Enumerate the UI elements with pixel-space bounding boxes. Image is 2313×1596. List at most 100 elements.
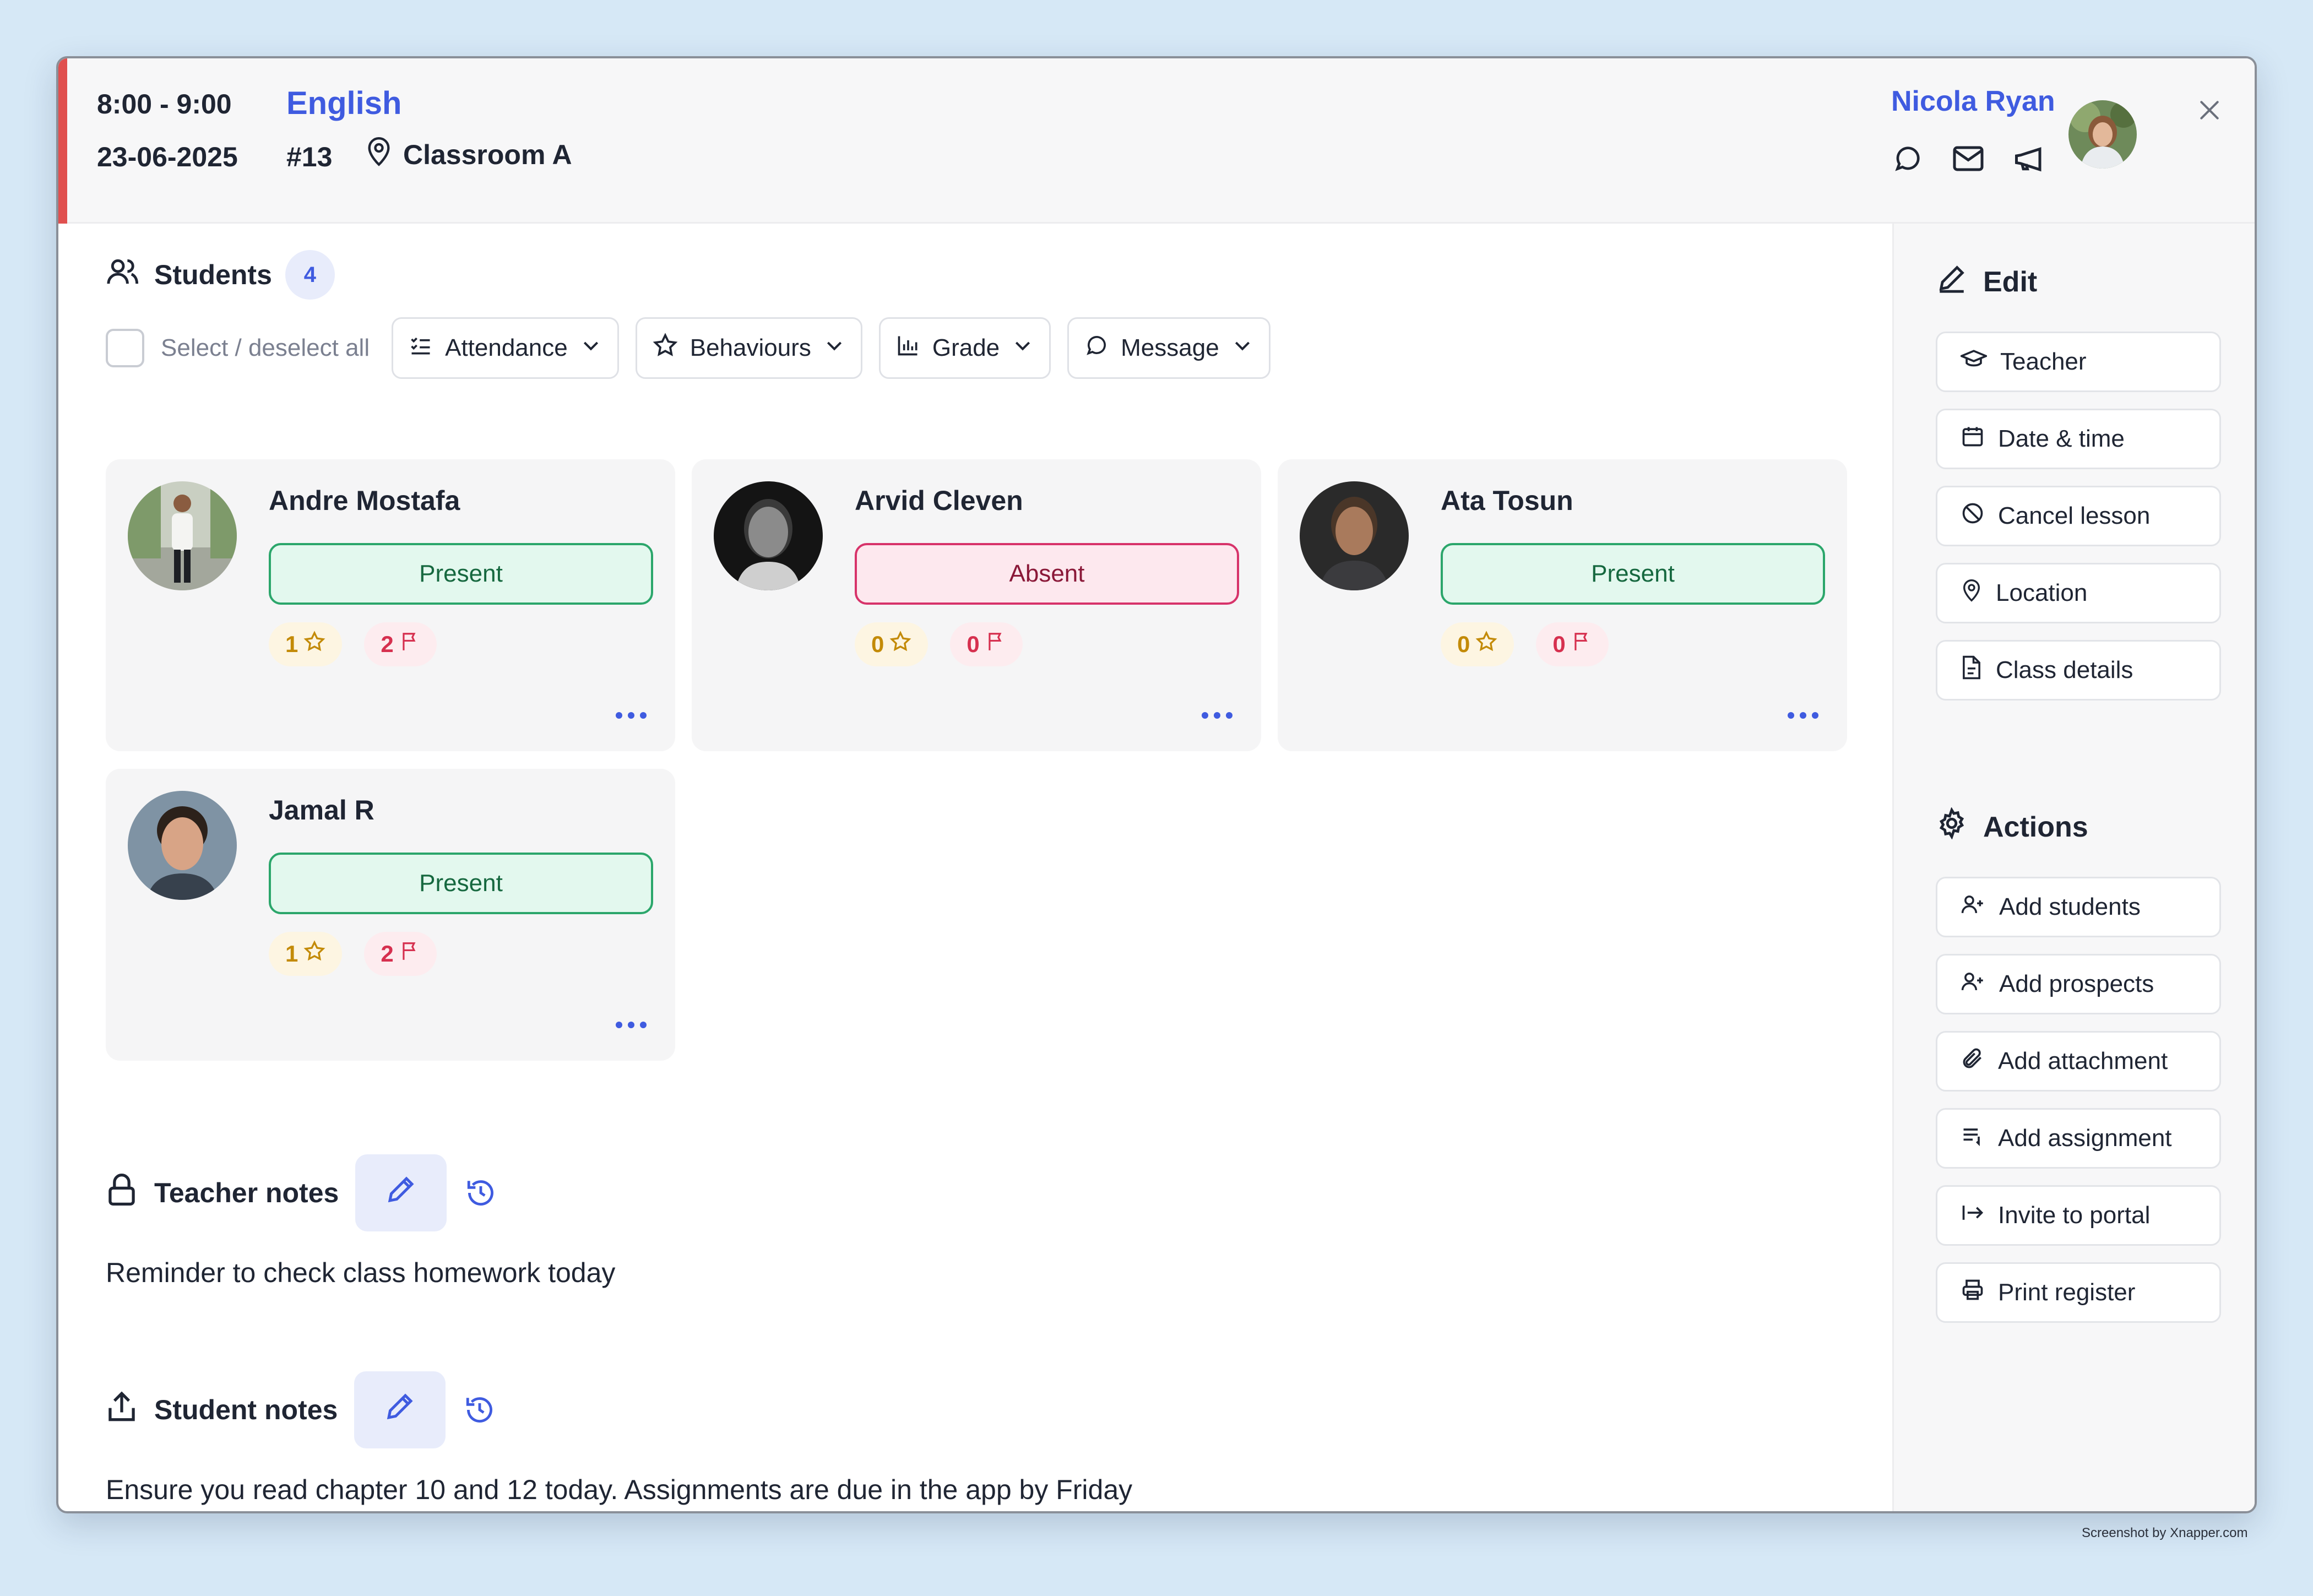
edit-date-time-label: Date & time xyxy=(1998,425,2125,452)
add-prospects-button[interactable]: Add prospects xyxy=(1936,954,2221,1014)
map-pin-icon xyxy=(1961,578,1983,609)
checklist-icon xyxy=(409,333,433,363)
star-icon xyxy=(1475,631,1497,658)
star-icon xyxy=(303,940,325,968)
edit-location-button[interactable]: Location xyxy=(1936,563,2221,623)
more-options-icon[interactable] xyxy=(1781,702,1825,729)
students-title: Students xyxy=(154,259,272,290)
cancel-lesson-button[interactable]: Cancel lesson xyxy=(1936,486,2221,546)
student-notes-title: Student notes xyxy=(154,1394,338,1425)
behaviour-stars-pill[interactable]: 1 xyxy=(269,622,343,666)
lesson-subject[interactable]: English xyxy=(286,85,401,122)
behaviour-stars-pill[interactable]: 0 xyxy=(1441,622,1514,666)
chevron-down-icon xyxy=(823,334,845,362)
attendance-status-button[interactable]: Absent xyxy=(855,543,1239,605)
student-stats: 0 0 xyxy=(1441,622,1609,666)
calendar-icon xyxy=(1961,424,1985,454)
add-attachment-label: Add attachment xyxy=(1998,1047,2168,1074)
pencil-icon xyxy=(383,1390,416,1430)
select-all-label[interactable]: Select / deselect all xyxy=(161,334,370,362)
invite-to-portal-label: Invite to portal xyxy=(1998,1202,2151,1229)
behaviours-dropdown[interactable]: Behaviours xyxy=(635,317,862,379)
bar-chart-icon xyxy=(896,333,920,363)
teacher-name[interactable]: Nicola Ryan xyxy=(1891,85,2055,118)
attendance-status-button[interactable]: Present xyxy=(269,543,653,605)
document-icon xyxy=(1961,655,1983,686)
attendance-status-button[interactable]: Present xyxy=(1441,543,1825,605)
flags-count: 2 xyxy=(381,941,394,967)
lesson-time: 8:00 - 9:00 xyxy=(97,89,232,120)
attendance-status-button[interactable]: Present xyxy=(269,853,653,914)
mail-icon[interactable] xyxy=(1951,141,1986,176)
paperclip-icon xyxy=(1961,1046,1985,1077)
pencil-icon xyxy=(384,1173,417,1213)
cancel-lesson-label: Cancel lesson xyxy=(1998,502,2151,529)
share-icon xyxy=(106,1389,138,1431)
ban-icon xyxy=(1961,501,1985,531)
print-register-button[interactable]: Print register xyxy=(1936,1262,2221,1323)
invite-to-portal-button[interactable]: Invite to portal xyxy=(1936,1185,2221,1246)
add-assignment-label: Add assignment xyxy=(1998,1125,2172,1152)
behaviour-flags-pill[interactable]: 2 xyxy=(364,622,437,666)
teacher-notes-text: Reminder to check class homework today xyxy=(106,1257,616,1288)
more-options-icon[interactable] xyxy=(1195,702,1239,729)
edit-date-time-button[interactable]: Date & time xyxy=(1936,409,2221,469)
edit-student-notes-button[interactable] xyxy=(354,1371,446,1448)
student-notes-text: Ensure you read chapter 10 and 12 today.… xyxy=(106,1474,1133,1505)
map-pin-icon xyxy=(365,135,393,174)
megaphone-icon[interactable] xyxy=(2011,141,2046,176)
student-name: Arvid Cleven xyxy=(855,485,1023,516)
flag-icon xyxy=(1571,631,1592,658)
user-plus-icon xyxy=(1961,892,1986,922)
graduation-cap-icon xyxy=(1959,347,1989,377)
attendance-dropdown[interactable]: Attendance xyxy=(392,317,619,379)
grade-dropdown[interactable]: Grade xyxy=(878,317,1051,379)
student-card[interactable]: Jamal R Present 1 2 xyxy=(106,769,675,1061)
student-avatar xyxy=(1300,481,1409,590)
student-name: Jamal R xyxy=(269,795,374,826)
behaviour-flags-pill[interactable]: 0 xyxy=(950,622,1023,666)
select-all-checkbox[interactable] xyxy=(106,329,144,367)
student-card[interactable]: Arvid Cleven Absent 0 0 xyxy=(692,459,1261,751)
close-icon[interactable] xyxy=(2193,94,2226,127)
history-icon[interactable] xyxy=(463,1175,498,1210)
behaviour-flags-pill[interactable]: 0 xyxy=(1536,622,1609,666)
lesson-number: #13 xyxy=(286,142,333,172)
flag-icon xyxy=(399,940,420,968)
teacher-notes-title: Teacher notes xyxy=(154,1177,339,1208)
edit-teacher-button[interactable]: Teacher xyxy=(1936,332,2221,392)
add-assignment-button[interactable]: Add assignment xyxy=(1936,1108,2221,1169)
student-stats: 1 2 xyxy=(269,622,437,666)
message-dropdown[interactable]: Message xyxy=(1067,317,1270,379)
star-icon xyxy=(889,631,911,658)
more-options-icon[interactable] xyxy=(609,702,653,729)
add-students-button[interactable]: Add students xyxy=(1936,877,2221,937)
add-attachment-button[interactable]: Add attachment xyxy=(1936,1031,2221,1092)
lesson-location: Classroom A xyxy=(365,135,572,174)
print-register-label: Print register xyxy=(1998,1279,2136,1306)
lesson-sidebar: Edit Teacher Date & time Cancel lesson L… xyxy=(1892,224,2255,1511)
student-card[interactable]: Andre Mostafa Present 1 2 xyxy=(106,459,675,751)
students-header: Students 4 xyxy=(106,250,335,300)
history-icon[interactable] xyxy=(462,1392,497,1427)
student-card[interactable]: Ata Tosun Present 0 0 xyxy=(1278,459,1847,751)
student-notes-header: Student notes xyxy=(106,1371,497,1448)
actions-section-header: Actions xyxy=(1936,807,2088,846)
class-details-button[interactable]: Class details xyxy=(1936,640,2221,701)
more-options-icon[interactable] xyxy=(609,1011,653,1039)
edit-teacher-notes-button[interactable] xyxy=(355,1154,447,1231)
behaviour-stars-pill[interactable]: 0 xyxy=(855,622,929,666)
behaviour-stars-pill[interactable]: 1 xyxy=(269,932,343,976)
flag-icon xyxy=(399,631,420,658)
behaviour-flags-pill[interactable]: 2 xyxy=(364,932,437,976)
chevron-down-icon xyxy=(1012,334,1034,362)
add-prospects-label: Add prospects xyxy=(1999,970,2154,997)
flags-count: 2 xyxy=(381,631,394,657)
teacher-avatar[interactable] xyxy=(2068,100,2137,169)
add-students-label: Add students xyxy=(1999,893,2141,920)
student-name: Ata Tosun xyxy=(1441,485,1573,516)
chat-icon[interactable] xyxy=(1890,141,1925,176)
watermark: Screenshot by Xnapper.com xyxy=(2082,1526,2248,1540)
student-avatar xyxy=(714,481,823,590)
teacher-contact-actions xyxy=(1890,141,2046,176)
